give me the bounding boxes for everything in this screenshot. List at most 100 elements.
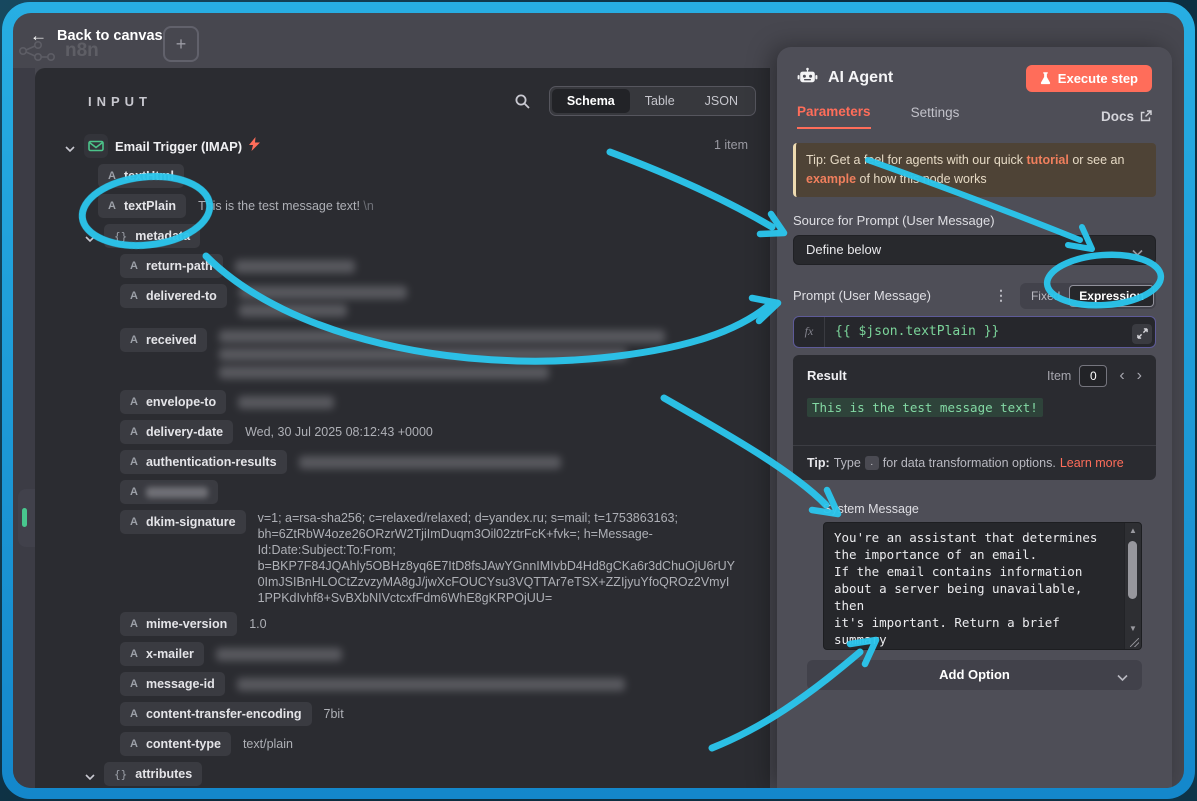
input-panel-title: INPUT bbox=[88, 94, 152, 109]
schema-key-pill[interactable]: AtextPlain bbox=[98, 194, 186, 218]
schema-tree: Email Trigger (IMAP)1 itemAtextHtmlAtext… bbox=[35, 134, 748, 788]
view-tab-table[interactable]: Table bbox=[630, 89, 690, 113]
view-tab-schema[interactable]: Schema bbox=[552, 89, 630, 113]
tip-text: or see an bbox=[1069, 153, 1125, 167]
trigger-node-name: Email Trigger (IMAP) bbox=[115, 139, 242, 154]
system-message-param: System Message You're an assistant that … bbox=[823, 502, 1142, 650]
resize-grip-icon[interactable] bbox=[1130, 638, 1139, 647]
schema-row-attributes: {}attributes bbox=[35, 762, 748, 786]
scroll-down-icon[interactable]: ▼ bbox=[1129, 624, 1137, 633]
expand-chevron-icon[interactable] bbox=[62, 146, 78, 153]
string-type-icon: A bbox=[130, 486, 138, 498]
tip-text: of how this node works bbox=[856, 172, 987, 186]
mode-fixed[interactable]: Fixed bbox=[1022, 286, 1069, 306]
schema-key-pill[interactable]: Adkim-signature bbox=[120, 510, 246, 534]
tip-text: for data transformation options. bbox=[883, 456, 1056, 470]
execute-step-button[interactable]: Execute step bbox=[1026, 65, 1152, 92]
param-options-menu[interactable]: ⋮ bbox=[994, 287, 1008, 304]
schema-key-pill[interactable]: Areturn-path bbox=[120, 254, 223, 278]
source-prompt-select[interactable]: Define below bbox=[793, 235, 1156, 265]
tip-bold: Tip: bbox=[807, 456, 830, 470]
string-type-icon: A bbox=[130, 708, 138, 720]
result-label: Result bbox=[807, 368, 1047, 383]
schema-key-pill[interactable]: Areceived bbox=[120, 328, 207, 352]
expression-value[interactable]: {{ $json.textPlain }} bbox=[825, 317, 1155, 347]
schema-key-pill[interactable]: Amessage-id bbox=[120, 672, 225, 696]
tutorial-link[interactable]: tutorial bbox=[1026, 153, 1068, 167]
schema-value: text/plain bbox=[243, 736, 293, 752]
chevron-down-icon bbox=[1132, 245, 1143, 260]
result-value: This is the test message text! bbox=[807, 398, 1043, 417]
schema-key-pill[interactable]: Adelivered-to bbox=[120, 284, 227, 308]
schema-key-pill[interactable]: Aauthentication-results bbox=[120, 450, 287, 474]
n8n-window: n8n ← Back to canvas + INPUT bbox=[13, 13, 1184, 788]
string-type-icon: A bbox=[130, 290, 138, 302]
add-option-button[interactable]: Add Option bbox=[807, 660, 1142, 690]
schema-key-name: message-id bbox=[146, 677, 215, 691]
schema-row-envelope-to: Aenvelope-to bbox=[35, 390, 748, 414]
example-link[interactable]: example bbox=[806, 172, 856, 186]
schema-row-textHtml: AtextHtml bbox=[35, 164, 748, 188]
expand-expression-button[interactable] bbox=[1132, 324, 1152, 344]
string-type-icon: A bbox=[130, 334, 138, 346]
source-prompt-label: Source for Prompt (User Message) bbox=[793, 213, 1156, 228]
redacted-value bbox=[239, 284, 407, 322]
prev-item-button[interactable]: ‹ bbox=[1119, 368, 1124, 384]
tip-banner-text: Tip: Get a feel for agents with our quic… bbox=[806, 151, 1146, 189]
schema-key-pill[interactable]: Amime-version bbox=[120, 612, 237, 636]
expand-chevron-icon[interactable] bbox=[82, 236, 98, 243]
mode-expression[interactable]: Expression bbox=[1069, 285, 1154, 307]
back-to-canvas-button[interactable]: ← Back to canvas bbox=[30, 27, 163, 44]
node-tabs: Parameters Settings Docs bbox=[797, 103, 1152, 129]
canvas-edge-strip bbox=[13, 68, 35, 788]
redacted-key bbox=[146, 487, 208, 498]
node-settings-panel: AI Agent Execute step Parameters Setting… bbox=[777, 47, 1172, 788]
schema-key-name: textHtml bbox=[124, 169, 174, 183]
schema-key-pill[interactable]: Acontent-transfer-encoding bbox=[120, 702, 312, 726]
expand-chevron-icon[interactable] bbox=[82, 774, 98, 781]
textarea-scrollbar-thumb[interactable] bbox=[1128, 541, 1137, 599]
item-label: Item bbox=[1047, 369, 1071, 383]
view-tab-json[interactable]: JSON bbox=[690, 89, 753, 113]
schema-key-name: delivered-to bbox=[146, 289, 217, 303]
prompt-expression-field[interactable]: fx {{ $json.textPlain }} bbox=[793, 316, 1156, 348]
schema-row-delivery-date: Adelivery-dateWed, 30 Jul 2025 08:12:43 … bbox=[35, 420, 748, 444]
docs-link[interactable]: Docs bbox=[1101, 109, 1152, 124]
schema-key-pill[interactable]: Acontent-type bbox=[120, 732, 231, 756]
schema-key-pill[interactable]: A bbox=[120, 480, 218, 504]
redacted-value bbox=[235, 255, 355, 278]
execute-step-label: Execute step bbox=[1058, 71, 1138, 86]
add-option-label: Add Option bbox=[939, 667, 1010, 682]
learn-more-link[interactable]: Learn more bbox=[1060, 456, 1124, 470]
string-type-icon: A bbox=[130, 516, 138, 528]
schema-key-pill[interactable]: Ax-mailer bbox=[120, 642, 204, 666]
schema-key-pill[interactable]: {}attributes bbox=[104, 762, 202, 786]
schema-row-x-mailer: Ax-mailer bbox=[35, 642, 748, 666]
textarea-scrollbar[interactable]: ▲ ▼ bbox=[1124, 523, 1141, 649]
schema-key-pill[interactable]: Adelivery-date bbox=[120, 420, 233, 444]
string-type-icon: A bbox=[130, 648, 138, 660]
input-panel: INPUT Schema Table JSON Email Trigger (I… bbox=[35, 68, 770, 788]
schema-value: v=1; a=rsa-sha256; c=relaxed/relaxed; d=… bbox=[258, 510, 735, 606]
tab-parameters[interactable]: Parameters bbox=[797, 104, 871, 129]
schema-key-name: content-type bbox=[146, 737, 221, 751]
tip-text: Tip: Get a feel for agents with our quic… bbox=[806, 153, 1026, 167]
scroll-up-icon[interactable]: ▲ bbox=[1129, 526, 1137, 535]
string-type-icon: A bbox=[108, 170, 116, 182]
system-message-textarea[interactable]: You're an assistant that determines the … bbox=[823, 522, 1142, 650]
search-icon[interactable] bbox=[514, 93, 531, 110]
node-header: AI Agent Execute step bbox=[797, 63, 1152, 93]
next-item-button[interactable]: › bbox=[1137, 368, 1142, 384]
schema-key-name: dkim-signature bbox=[146, 515, 236, 529]
external-link-icon bbox=[1140, 110, 1152, 122]
expand-icon bbox=[1137, 328, 1148, 339]
system-message-label: System Message bbox=[823, 502, 1142, 516]
new-tab-button[interactable]: + bbox=[163, 26, 199, 62]
schema-key-pill[interactable]: AtextHtml bbox=[98, 164, 184, 188]
fx-icon: fx bbox=[794, 317, 825, 347]
schema-key-pill[interactable]: Aenvelope-to bbox=[120, 390, 226, 414]
schema-key-pill[interactable]: {}metadata bbox=[104, 224, 200, 248]
tab-settings[interactable]: Settings bbox=[911, 105, 960, 128]
source-prompt-value: Define below bbox=[806, 242, 881, 257]
item-index-input[interactable]: 0 bbox=[1079, 365, 1107, 387]
